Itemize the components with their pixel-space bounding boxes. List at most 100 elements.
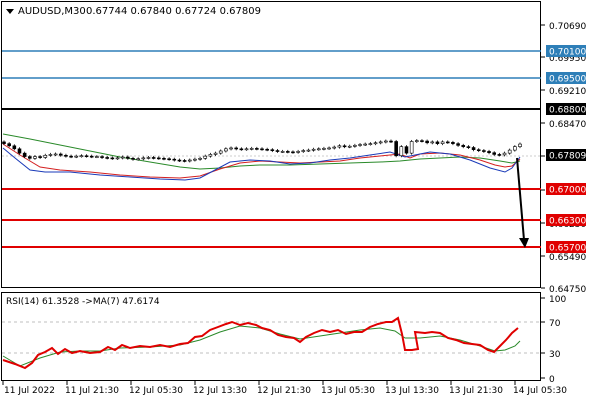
candle-body [110, 157, 115, 160]
candle-body [244, 148, 249, 151]
time-tick: 11 Jul 21:30 [65, 381, 119, 396]
time-tick: 13 Jul 21:30 [449, 381, 503, 396]
time-axis[interactable]: 11 Jul 2022 11 Jul 21:30 12 Jul 05:30 12… [2, 381, 567, 396]
price-tag-066300: 0.66300 [546, 214, 586, 227]
candle-body [275, 150, 280, 152]
time-tick: 12 Jul 13:30 [193, 381, 247, 396]
candle-body [131, 158, 135, 160]
price-tick: 0.69210 [541, 87, 586, 97]
svg-text:0.65700: 0.65700 [549, 244, 586, 254]
candle-body [358, 144, 362, 146]
candle-body [399, 146, 404, 157]
trading-chart[interactable]: AUDUSD,M30 0.67744 0.67840 0.67724 0.678… [0, 0, 590, 400]
candle-body [249, 148, 254, 150]
price-tag-current: 0.67809 [546, 149, 586, 162]
candle-body [384, 140, 388, 143]
candle-body [476, 149, 481, 151]
candle-body [353, 145, 357, 147]
price-tick: 0.68470 [541, 120, 586, 130]
candle-body [394, 141, 398, 157]
svg-text:0.64750: 0.64750 [549, 285, 586, 295]
candle-body [518, 143, 522, 147]
svg-text:13 Jul 21:30: 13 Jul 21:30 [449, 386, 503, 396]
candle-body [373, 142, 378, 145]
rsi-tick: 100 [541, 295, 566, 305]
time-tick: 14 Jul 05:30 [513, 381, 567, 396]
svg-text:13 Jul 13:30: 13 Jul 13:30 [385, 386, 439, 396]
candle-body [404, 146, 409, 154]
candle-body [151, 157, 156, 159]
candle-body [208, 154, 213, 157]
candle-body [513, 146, 517, 151]
candle-body [255, 148, 259, 150]
candle-body [285, 151, 290, 153]
candle-body [193, 158, 197, 161]
price-tag-065700: 0.65700 [546, 241, 586, 254]
svg-text:0.67809: 0.67809 [549, 152, 586, 162]
candle-body [347, 145, 352, 148]
time-tick: 12 Jul 05:30 [129, 381, 183, 396]
candle-body [172, 158, 177, 161]
candle-body [198, 158, 202, 160]
candle-body [136, 158, 140, 161]
price-tick: 0.64750 [541, 285, 586, 295]
candle-body [141, 157, 146, 160]
candle-body [301, 150, 306, 152]
candle-body [337, 145, 342, 148]
candle-body [461, 145, 466, 147]
candle-body [229, 147, 233, 150]
rsi-header: RSI(14) 61.3528 ->MA(7) 47.6174 [6, 297, 160, 307]
svg-text:100: 100 [549, 295, 566, 305]
candle-body [316, 148, 321, 151]
candle-body [456, 143, 460, 146]
svg-text:0.68470: 0.68470 [549, 120, 586, 130]
candle-body [58, 153, 63, 156]
svg-text:0.70690: 0.70690 [549, 22, 586, 32]
svg-text:0.69210: 0.69210 [549, 87, 586, 97]
candle-body [162, 158, 166, 160]
candle-body [95, 156, 99, 158]
candle-body [332, 146, 337, 149]
candle-body [280, 151, 285, 153]
price-tag-069500: 0.69500 [546, 72, 586, 85]
candle-body [260, 148, 264, 151]
candle-body [363, 143, 368, 146]
candle-body [33, 156, 37, 159]
candle-body [497, 154, 502, 156]
time-tick: 11 Jul 2022 [2, 381, 55, 396]
ohlc-values: 0.67744 0.67840 0.67724 0.67809 [86, 6, 261, 17]
svg-text:70: 70 [549, 319, 561, 329]
candle-body [389, 140, 393, 143]
candle-body [43, 154, 48, 158]
candle-body [79, 155, 84, 158]
rsi-scale[interactable]: 100 70 30 0 [541, 295, 566, 385]
candle-body [182, 160, 187, 162]
symbol-timeframe: AUDUSD,M30 [18, 6, 86, 17]
price-tag-070100: 0.70100 [546, 45, 586, 58]
candle-body [84, 155, 89, 158]
svg-text:0.66300: 0.66300 [549, 217, 586, 227]
svg-text:11 Jul 21:30: 11 Jul 21:30 [65, 386, 119, 396]
svg-text:0.70100: 0.70100 [549, 48, 586, 58]
candle-body [239, 148, 244, 151]
candle-body [27, 156, 32, 159]
candle-body [7, 143, 11, 147]
candle-body [48, 154, 53, 156]
svg-text:0: 0 [549, 375, 555, 385]
candle-body [218, 150, 223, 154]
candle-body [430, 141, 435, 144]
svg-text:12 Jul 21:30: 12 Jul 21:30 [257, 386, 311, 396]
candle-body [17, 148, 22, 154]
candle-body [466, 146, 471, 148]
candle-body [203, 155, 208, 159]
candle-body [482, 150, 486, 152]
candle-body [425, 140, 429, 144]
candle-body [291, 151, 295, 154]
price-tick: 0.65490 [541, 253, 586, 263]
candle-body [224, 148, 228, 152]
candle-body [126, 156, 130, 159]
candle-body [311, 148, 316, 151]
candle-body [492, 152, 497, 155]
candle-body [157, 157, 161, 160]
time-tick: 12 Jul 21:30 [257, 381, 311, 396]
